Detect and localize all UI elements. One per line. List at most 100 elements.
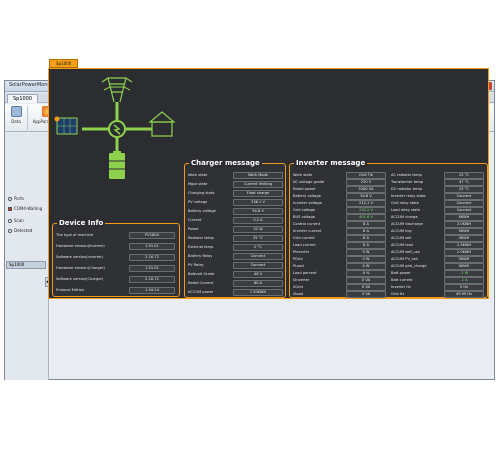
- field-label: Sload: [293, 292, 303, 296]
- monitor-canvas: Device Info The type of machine PV1800 Har…: [48, 68, 489, 299]
- field-value: 32 W: [233, 226, 283, 233]
- data-icon: [10, 106, 22, 117]
- field-value: 35 °C: [233, 235, 283, 242]
- field-value: Grid Tie: [346, 172, 386, 179]
- inverter-message-panel: Inverter message Work state Grid Tie AC vo…: [289, 159, 488, 298]
- field-value: -1 A: [444, 277, 484, 284]
- charger-message-panel: Charger message Work state Work Mode Mppt …: [184, 159, 286, 298]
- tab-main[interactable]: Sp1000: [7, 94, 39, 103]
- field-value: 0 °C: [233, 244, 283, 251]
- field-value: Connect: [444, 193, 484, 200]
- field-label: Mppt state: [188, 182, 208, 186]
- device-tree: Ports COM4-Waiting Scan Detected Sp1000: [5, 133, 49, 380]
- field-label: PV Relay: [188, 263, 204, 267]
- field-value: 5280 VA: [346, 186, 386, 193]
- field-value: 8 A: [346, 228, 386, 235]
- field-value: 232.2 V: [346, 207, 386, 214]
- field-value: 0.2 A: [233, 217, 283, 224]
- field-label: PV voltage: [188, 200, 208, 204]
- field-value: 0KWH: [444, 263, 484, 270]
- field-label: Rated Current: [188, 281, 214, 285]
- field-label: Protocol Edition: [56, 288, 85, 292]
- field-value: 212.1 V: [346, 200, 386, 207]
- field-label: Software version(Inverter): [56, 255, 104, 259]
- field-value: 8 A: [346, 221, 386, 228]
- transmission-tower-icon: [101, 77, 133, 103]
- field-value: 80 A: [233, 280, 283, 287]
- field-value: 54.8 V: [233, 208, 283, 215]
- field-value: Connect: [444, 207, 484, 214]
- com-label: COM4-Waiting: [14, 206, 43, 211]
- field-value: 54.8 V: [346, 193, 386, 200]
- field-value: 25 °C: [444, 186, 484, 193]
- field-value: 0KWH: [444, 228, 484, 235]
- ribbon-separator: [27, 106, 28, 130]
- data-button-label: Data: [11, 119, 21, 124]
- field-value: 336.1 V: [233, 199, 283, 206]
- ports-label: Ports: [14, 196, 25, 201]
- field-value: 2.0KWH: [444, 249, 484, 256]
- field-label: Hardware version(Inverter): [56, 244, 105, 248]
- field-value: 0KWH: [444, 235, 484, 242]
- field-value: 8 A: [346, 242, 386, 249]
- field-value: 25 °C: [444, 172, 484, 179]
- field-label: ACCUM power: [188, 290, 214, 294]
- field-label: Software version(Charger): [56, 277, 104, 281]
- field-value: Current limiting: [233, 181, 283, 188]
- field-label: Charging state: [188, 191, 215, 195]
- field-value: 0 %: [346, 270, 386, 277]
- inverter-message-title: Inverter message: [294, 159, 368, 167]
- energy-flow-diagram: [54, 77, 176, 179]
- device-info-panel: Device Info The type of machine PV1800 Har…: [52, 219, 180, 297]
- field-value: 0 W: [346, 249, 386, 256]
- field-value: 2.5KWH: [444, 242, 484, 249]
- field-value: 1.04.14: [129, 287, 175, 294]
- field-value: 0 VA: [346, 284, 386, 291]
- scan-label: Scan: [14, 218, 24, 223]
- field-value: Float charge: [233, 190, 283, 197]
- charger-message-title: Charger message: [189, 159, 262, 167]
- field-value: -1 W: [444, 270, 484, 277]
- field-value: 0KWH: [444, 214, 484, 221]
- field-label: The type of machine: [56, 233, 94, 237]
- field-value: Connect: [233, 253, 283, 260]
- field-value: 8 A: [346, 235, 386, 242]
- radio-icon: [8, 219, 12, 223]
- detected-label: Detected: [14, 228, 33, 233]
- field-label: Battvolt Grade: [188, 272, 215, 276]
- field-label: Battery Relay: [188, 254, 213, 258]
- field-label: External temp: [188, 245, 214, 249]
- field-label: Power: [188, 227, 199, 231]
- com-port-checkbox[interactable]: COM4-Waiting: [8, 205, 42, 212]
- radio-icon: [8, 197, 12, 201]
- device-item[interactable]: Sp1000: [6, 261, 46, 269]
- ports-radio[interactable]: Ports: [8, 195, 24, 202]
- house-icon: [148, 111, 176, 137]
- field-value: 1.01.01: [129, 243, 175, 250]
- field-value: 47 °C: [444, 179, 484, 186]
- field-value: 0 Hz: [444, 284, 484, 291]
- sun-icon: [54, 116, 60, 122]
- device-info-title: Device Info: [57, 219, 106, 227]
- field-value: Work Mode: [233, 172, 283, 179]
- field-value: PV1800: [129, 232, 175, 239]
- field-value: 0KWH: [444, 256, 484, 263]
- field-label: Grid Hz: [391, 292, 405, 296]
- field-value: 48 V: [233, 271, 283, 278]
- tab-device-document[interactable]: Sp1000: [49, 59, 79, 68]
- field-label: Work state: [188, 173, 208, 177]
- field-value: 0 VA: [346, 291, 386, 298]
- field-value: 401.6 V: [346, 214, 386, 221]
- field-value: 49.99 Hz: [444, 291, 484, 298]
- field-value: 2.16.72: [129, 276, 175, 283]
- field-value: 0 W: [346, 256, 386, 263]
- field-label: Hardware version(Charger): [56, 266, 105, 270]
- detected-radio[interactable]: Detected: [8, 227, 32, 234]
- field-value: 230 V: [346, 179, 386, 186]
- field-value: 7.30KWH: [233, 289, 283, 296]
- field-label: Radiator temp: [188, 236, 214, 240]
- scan-radio[interactable]: Scan: [8, 217, 24, 224]
- field-label: Current: [188, 218, 202, 222]
- battery-icon: [109, 151, 125, 179]
- data-button[interactable]: Data: [8, 106, 24, 130]
